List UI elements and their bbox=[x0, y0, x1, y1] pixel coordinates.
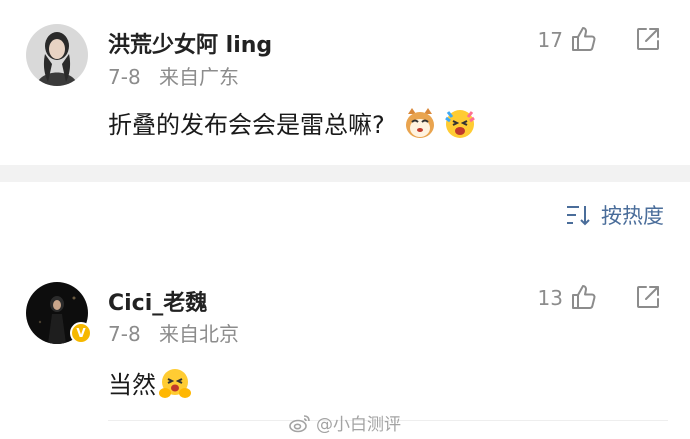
sort-label: 按热度 bbox=[601, 204, 664, 228]
comment-date: 7-8 bbox=[108, 322, 141, 346]
comment-location: 来自广东 bbox=[159, 65, 240, 89]
comment-item: 洪荒少女阿 ling 7-8 来自广东 17 折叠的发布会会是雷总嘛? bbox=[0, 0, 690, 165]
comment-text-content: 当然 bbox=[108, 371, 156, 399]
watermark-text: @小白测评 bbox=[316, 415, 401, 435]
comment-location: 来自北京 bbox=[159, 322, 240, 346]
like-icon[interactable] bbox=[570, 25, 598, 53]
comment-text-content: 折叠的发布会会是雷总嘛? bbox=[108, 111, 385, 139]
like-count: 13 bbox=[537, 286, 563, 310]
section-divider bbox=[0, 165, 690, 182]
comment-meta: 7-8 来自北京 bbox=[108, 318, 239, 347]
grinning-hands-face-emoji bbox=[158, 366, 192, 400]
comment-item: V Cici_老魏 7-8 来自北京 13 当然 bbox=[0, 270, 690, 430]
comment-text: 折叠的发布会会是雷总嘛? bbox=[108, 105, 477, 140]
watermark: @小白测评 bbox=[288, 410, 401, 435]
comment-text: 当然 bbox=[108, 365, 192, 400]
like-icon[interactable] bbox=[570, 283, 598, 311]
weibo-logo-icon bbox=[289, 414, 310, 432]
avatar[interactable] bbox=[26, 24, 88, 86]
like-count: 17 bbox=[537, 28, 563, 52]
sort-by-hot-button[interactable]: 按热度 bbox=[565, 200, 664, 230]
username[interactable]: Cici_老魏 bbox=[108, 285, 207, 317]
cat-face-emoji bbox=[403, 106, 437, 140]
excited-face-emoji bbox=[443, 106, 477, 140]
comment-meta: 7-8 来自广东 bbox=[108, 61, 239, 90]
sort-icon bbox=[567, 206, 590, 226]
verified-badge: V bbox=[70, 322, 92, 344]
username[interactable]: 洪荒少女阿 ling bbox=[108, 27, 272, 59]
share-icon[interactable] bbox=[634, 25, 662, 53]
comment-date: 7-8 bbox=[108, 65, 141, 89]
share-icon[interactable] bbox=[634, 283, 662, 311]
